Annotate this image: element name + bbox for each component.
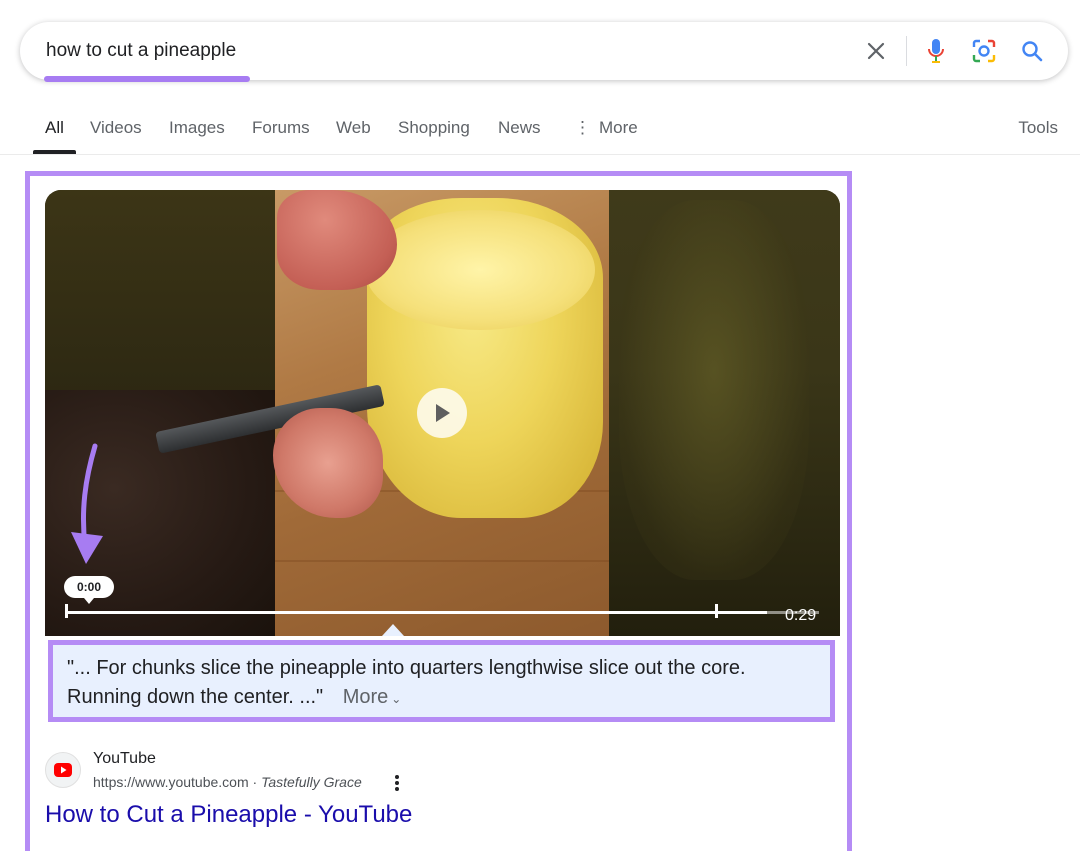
result-title-link[interactable]: How to Cut a Pineapple - YouTube <box>45 801 412 829</box>
result-url-text: https://www.youtube.com <box>93 774 249 790</box>
video-timeline[interactable] <box>65 611 767 614</box>
tools-button[interactable]: Tools <box>1018 118 1058 138</box>
lens-icon[interactable] <box>970 37 998 65</box>
tab-more[interactable]: ⋮ More <box>574 118 638 138</box>
youtube-favicon-icon <box>45 752 81 788</box>
more-vertical-icon: ⋮ <box>574 118 591 137</box>
caption-more-button[interactable]: More ⌄ <box>343 686 402 708</box>
search-input[interactable]: how to cut a pineapple <box>46 40 236 62</box>
close-icon[interactable] <box>862 37 890 65</box>
board-grain <box>275 560 609 562</box>
current-time-bubble: 0:00 <box>64 576 114 604</box>
video-right-glow <box>619 200 809 580</box>
timeline-segment-marker <box>715 604 718 618</box>
timeline-start-marker <box>65 604 68 618</box>
key-moment-caption: "... For chunks slice the pineapple into… <box>48 640 835 722</box>
search-divider <box>906 36 907 66</box>
chevron-down-icon: ⌄ <box>391 692 402 706</box>
pineapple-top <box>365 210 595 330</box>
search-bar[interactable]: how to cut a pineapple <box>20 22 1068 80</box>
more-options-icon[interactable] <box>388 772 406 794</box>
search-icon[interactable] <box>1018 37 1046 65</box>
tab-news[interactable]: News <box>498 118 541 138</box>
video-player[interactable]: 0:00 0:29 <box>45 190 840 636</box>
tab-shopping[interactable]: Shopping <box>398 118 470 138</box>
tab-more-label: More <box>599 118 638 137</box>
arrow-annotation-icon <box>71 443 103 564</box>
search-tabs: All Videos Images Forums Web Shopping Ne… <box>0 104 1080 155</box>
tab-web[interactable]: Web <box>336 118 371 138</box>
result-url: https://www.youtube.com · Tastefully Gra… <box>93 774 362 790</box>
query-highlight-underline <box>44 76 250 82</box>
active-tab-indicator <box>33 150 76 154</box>
tab-forums[interactable]: Forums <box>252 118 310 138</box>
tab-images[interactable]: Images <box>169 118 225 138</box>
play-icon <box>436 404 450 422</box>
result-author: Tastefully Grace <box>261 774 362 790</box>
video-duration: 0:29 <box>785 607 817 624</box>
caption-more-label: More <box>342 686 389 708</box>
result-site-name: YouTube <box>93 750 156 767</box>
caption-text: "... For chunks slice the pineapple into… <box>67 657 746 708</box>
microphone-icon[interactable] <box>922 37 950 65</box>
caption-pointer <box>382 624 404 636</box>
tab-all[interactable]: All <box>45 118 64 138</box>
play-button[interactable] <box>417 388 467 438</box>
tab-videos[interactable]: Videos <box>90 118 142 138</box>
